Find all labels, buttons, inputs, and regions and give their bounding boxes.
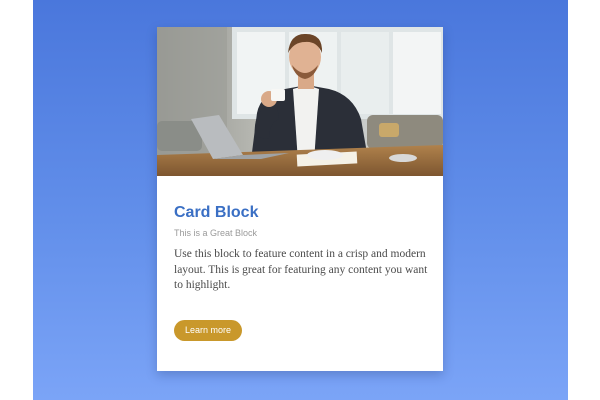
card-body: Card Block This is a Great Block Use thi… <box>174 202 429 294</box>
card-subtitle: This is a Great Block <box>174 228 258 238</box>
card-block: Card Block This is a Great Block Use thi… <box>157 27 443 371</box>
card-title: Card Block <box>174 204 259 221</box>
card-description: Use this block to feature content in a c… <box>174 248 428 291</box>
learn-more-button[interactable]: Learn more <box>174 320 242 341</box>
card-photo <box>157 27 443 176</box>
